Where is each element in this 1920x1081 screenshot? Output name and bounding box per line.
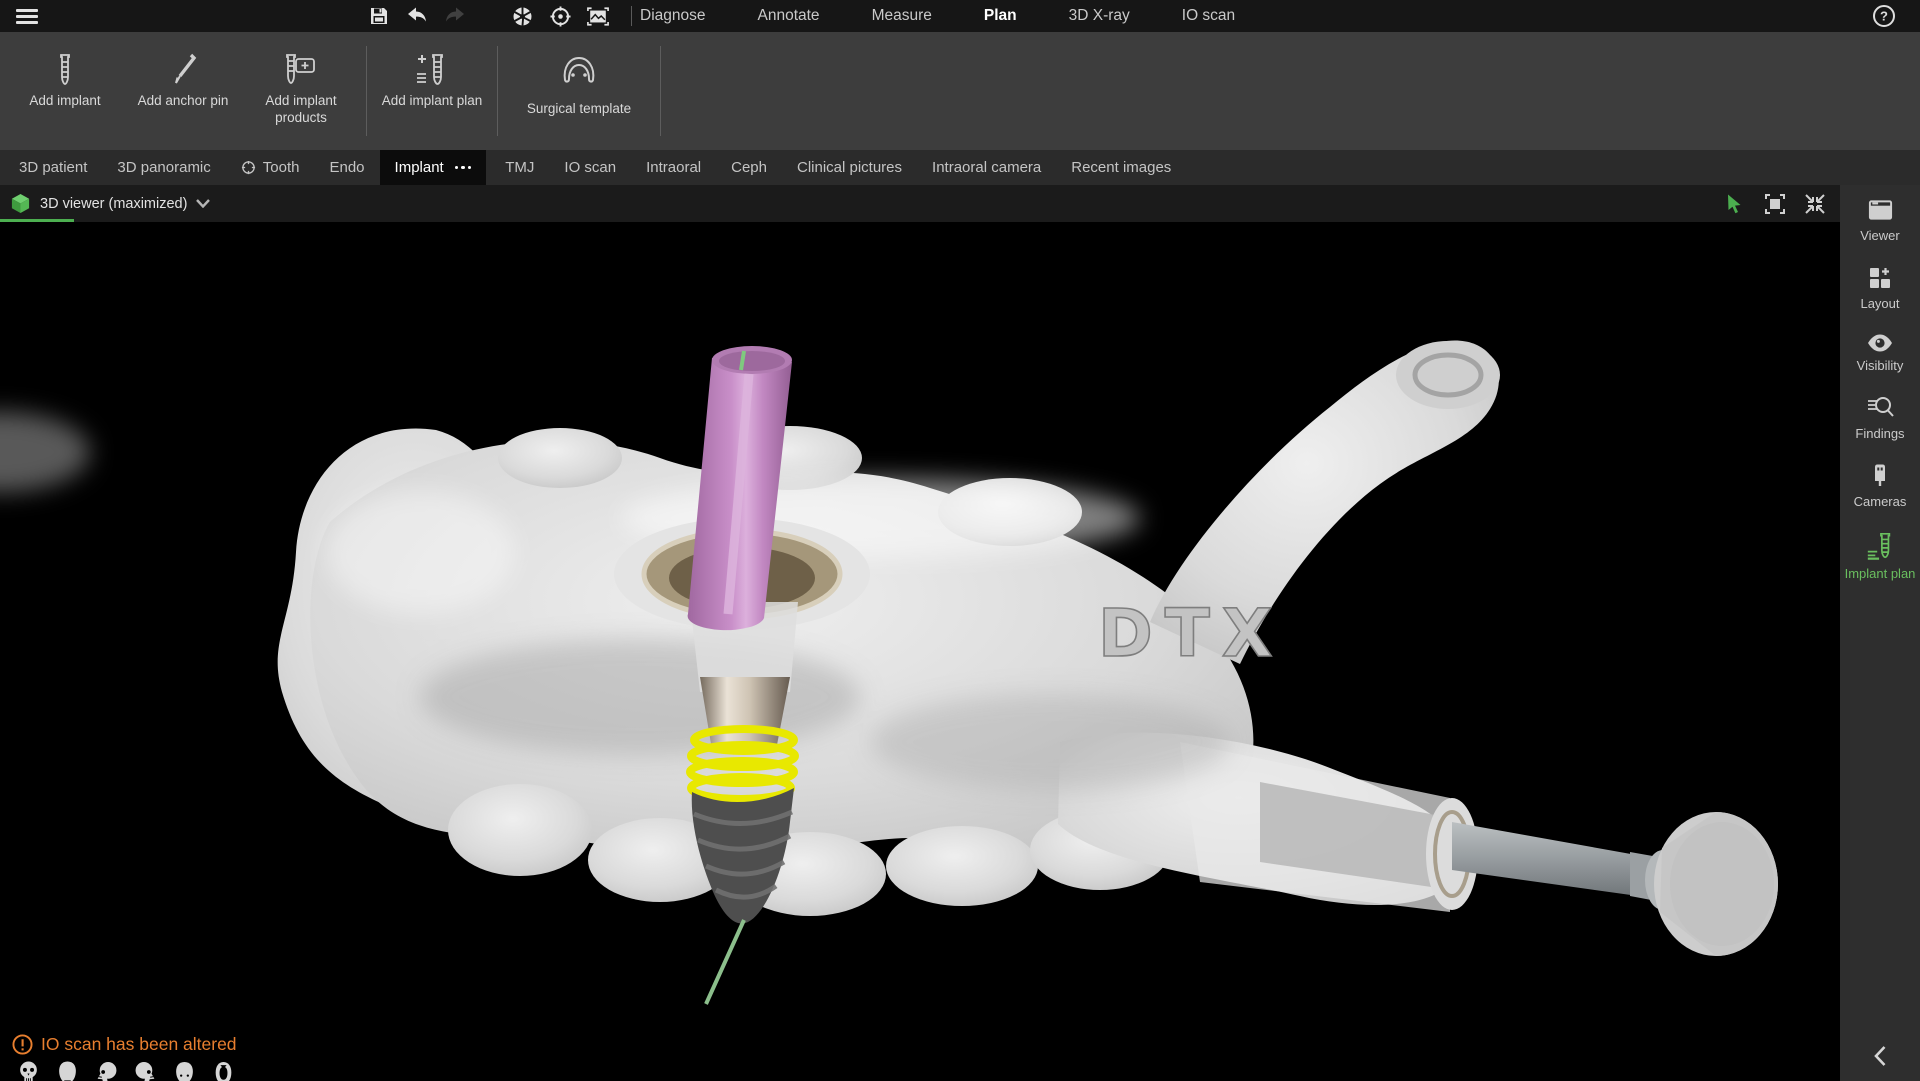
ribbon-divider bbox=[366, 46, 367, 136]
tab-tmj[interactable]: TMJ bbox=[490, 150, 549, 185]
tab-io-scan[interactable]: IO scan bbox=[549, 150, 631, 185]
head-front-view-icon[interactable] bbox=[55, 1060, 79, 1081]
workspace-tab-bar: 3D patient 3D panoramic Tooth Endo Impla… bbox=[0, 150, 1920, 185]
tab-3d-patient[interactable]: 3D patient bbox=[4, 150, 102, 185]
chevron-down-icon bbox=[196, 199, 210, 208]
fullscreen-icon[interactable] bbox=[1764, 193, 1786, 215]
add-implant-button[interactable]: Add implant bbox=[6, 32, 124, 150]
sidebar-item-layout[interactable]: Layout bbox=[1841, 265, 1919, 311]
undo-icon[interactable] bbox=[406, 5, 428, 27]
implant-products-icon bbox=[280, 48, 322, 92]
head-back-view-icon[interactable] bbox=[172, 1060, 196, 1081]
skull-front-view-icon[interactable] bbox=[16, 1060, 40, 1081]
viewer-header: 3D viewer (maximized) bbox=[0, 185, 1840, 222]
surgical-template-label: Surgical template bbox=[509, 100, 649, 117]
sidebar-item-findings[interactable]: Findings bbox=[1841, 395, 1919, 441]
tab-3d-panoramic[interactable]: 3D panoramic bbox=[102, 150, 225, 185]
tab-clinical-pictures[interactable]: Clinical pictures bbox=[782, 150, 917, 185]
tab-endo[interactable]: Endo bbox=[314, 150, 379, 185]
surgical-template-button[interactable]: Surgical template bbox=[504, 32, 654, 150]
top-menu-bar: Diagnose Annotate Measure Plan 3D X-ray … bbox=[0, 0, 1920, 32]
implant-plan-icon bbox=[414, 48, 450, 92]
3d-scene: DTX bbox=[0, 222, 1840, 1081]
sidebar-item-visibility[interactable]: Visibility bbox=[1841, 333, 1919, 373]
plan-ribbon-toolbar: Add implant Add anchor pin Add implant p… bbox=[0, 32, 1920, 150]
view-orientation-bar bbox=[16, 1060, 235, 1081]
sidebar-item-implant-plan[interactable]: Implant plan bbox=[1841, 531, 1919, 581]
warning-text: IO scan has been altered bbox=[41, 1034, 237, 1055]
viewer-window-icon bbox=[1867, 199, 1894, 223]
aperture-icon[interactable] bbox=[511, 5, 533, 27]
svg-text:?: ? bbox=[1880, 9, 1888, 24]
sidebar-item-viewer[interactable]: Viewer bbox=[1841, 199, 1919, 243]
surgical-template-icon bbox=[559, 48, 599, 92]
jaw-bottom-view-icon[interactable] bbox=[211, 1060, 235, 1081]
add-anchor-pin-button[interactable]: Add anchor pin bbox=[124, 32, 242, 150]
skull-right-profile-icon[interactable] bbox=[133, 1060, 157, 1081]
menu-measure[interactable]: Measure bbox=[872, 7, 932, 25]
tab-tooth[interactable]: Tooth bbox=[226, 150, 315, 185]
tab-overflow-ellipsis-icon[interactable] bbox=[455, 166, 472, 170]
viewer-selector[interactable]: 3D viewer (maximized) bbox=[10, 193, 210, 214]
menu-io-scan[interactable]: IO scan bbox=[1182, 7, 1235, 25]
hamburger-menu-icon[interactable] bbox=[16, 9, 38, 24]
layout-grid-icon bbox=[1867, 265, 1893, 291]
tooth-target-icon bbox=[241, 160, 256, 175]
implant-collar[interactable] bbox=[700, 677, 790, 750]
add-anchor-pin-label: Add anchor pin bbox=[131, 92, 235, 109]
warning-icon bbox=[12, 1034, 33, 1055]
skull-left-profile-icon[interactable] bbox=[94, 1060, 118, 1081]
anchor-pin-icon bbox=[167, 48, 199, 92]
tab-intraoral[interactable]: Intraoral bbox=[631, 150, 716, 185]
redo-icon bbox=[444, 5, 466, 27]
restore-size-icon[interactable] bbox=[1804, 193, 1826, 215]
collapse-panel-chevron-icon[interactable] bbox=[1840, 1045, 1920, 1067]
add-implant-plan-button[interactable]: Add implant plan bbox=[373, 32, 491, 150]
watermark-text: DTX bbox=[1098, 595, 1285, 672]
right-panel-sidebar: Viewer Layout Visibility Findings Camera… bbox=[1840, 185, 1920, 1081]
tab-intraoral-camera[interactable]: Intraoral camera bbox=[917, 150, 1056, 185]
findings-search-icon bbox=[1866, 395, 1894, 421]
menu-3d-xray[interactable]: 3D X-ray bbox=[1069, 7, 1130, 25]
main-menu: Diagnose Annotate Measure Plan 3D X-ray … bbox=[640, 7, 1235, 25]
implant-plan-icon bbox=[1865, 531, 1895, 561]
tab-ceph[interactable]: Ceph bbox=[716, 150, 782, 185]
viewer-title: 3D viewer (maximized) bbox=[40, 196, 187, 212]
cube-3d-icon bbox=[10, 193, 31, 214]
add-implant-products-button[interactable]: Add implant products bbox=[242, 32, 360, 150]
add-implant-plan-label: Add implant plan bbox=[380, 92, 484, 109]
3d-viewport[interactable]: DTX bbox=[0, 222, 1840, 1081]
sidebar-item-cameras[interactable]: Cameras bbox=[1841, 463, 1919, 509]
save-icon[interactable] bbox=[368, 5, 390, 27]
add-implant-products-label: Add implant products bbox=[249, 92, 353, 126]
menu-annotate[interactable]: Annotate bbox=[758, 7, 820, 25]
io-scan-warning: IO scan has been altered bbox=[12, 1034, 237, 1055]
cursor-select-icon[interactable] bbox=[1724, 193, 1746, 215]
target-icon[interactable] bbox=[549, 5, 571, 27]
menu-plan[interactable]: Plan bbox=[984, 7, 1017, 25]
ribbon-divider bbox=[660, 46, 661, 136]
add-implant-label: Add implant bbox=[13, 92, 117, 109]
eye-icon bbox=[1866, 333, 1894, 353]
menu-diagnose[interactable]: Diagnose bbox=[640, 7, 706, 25]
implant-icon bbox=[50, 48, 80, 92]
tab-implant[interactable]: Implant bbox=[380, 150, 487, 185]
tab-recent-images[interactable]: Recent images bbox=[1056, 150, 1186, 185]
ribbon-divider bbox=[497, 46, 498, 136]
camera-plug-icon bbox=[1871, 463, 1889, 489]
help-icon[interactable]: ? bbox=[1872, 4, 1896, 33]
snapshot-icon[interactable] bbox=[587, 5, 609, 27]
